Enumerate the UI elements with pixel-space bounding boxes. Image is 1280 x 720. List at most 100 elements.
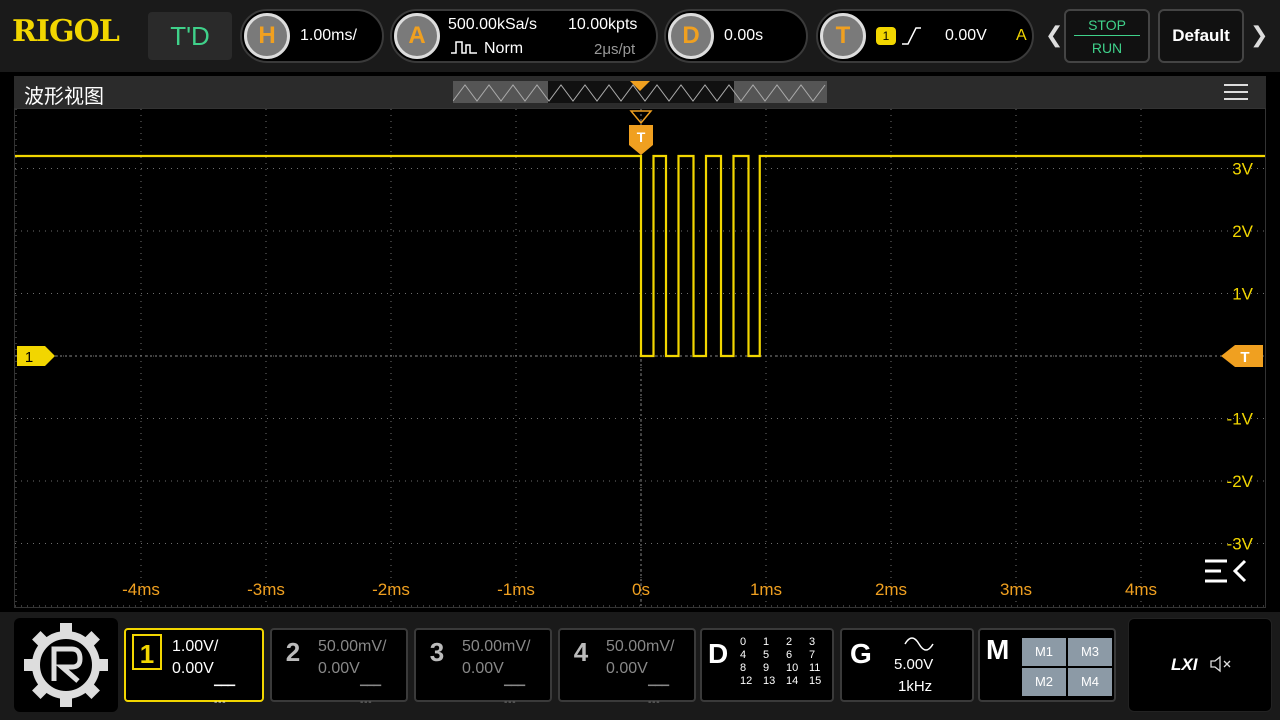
generator-key: G	[850, 638, 872, 669]
memory-depth: 10.00kpts	[568, 16, 638, 33]
acquire-pulse-icon	[451, 41, 477, 54]
digital-line-9: 9	[763, 662, 770, 674]
horizontal-scale-value: 1.00ms/	[300, 27, 357, 44]
dc-coupling-icon: ▔▔▔ - - -	[504, 686, 525, 708]
x-tick-label: 1ms	[750, 580, 782, 599]
channel-1-marker-label: 1	[25, 349, 33, 366]
timebase-mode-button[interactable]: T'D	[148, 12, 232, 60]
chevron-left-icon[interactable]: ❮	[1045, 22, 1063, 48]
digital-line-14: 14	[786, 675, 799, 687]
channel-1-scale: 1.00V/	[172, 638, 219, 655]
acquire-mode: Norm	[484, 40, 524, 57]
run-stop-button[interactable]: STOP RUN	[1064, 9, 1150, 63]
trigger-sweep-mode: A	[1016, 27, 1027, 44]
channel-2-box[interactable]: 2 50.00mV/ 0.00V ▔▔▔ - - -	[270, 628, 408, 708]
y-tick-label: 2V	[1232, 222, 1253, 241]
channel-4-scale: 50.00mV/	[606, 638, 675, 655]
channel-1-ground-marker	[17, 346, 55, 366]
digital-line-5: 5	[763, 649, 770, 661]
generator-box[interactable]: G 5.00V 1kHz	[840, 628, 974, 702]
channel-2-offset: 0.00V	[318, 660, 360, 677]
menu-icon[interactable]	[1224, 84, 1248, 100]
trigger-key[interactable]: T	[820, 13, 866, 59]
collapse-menu-icon[interactable]	[1205, 559, 1247, 583]
y-tick-label: -2V	[1227, 472, 1254, 491]
waveform-view-title: 波形视图	[24, 86, 104, 108]
sample-rate: 500.00kSa/s	[448, 16, 537, 33]
channel-3-box[interactable]: 3 50.00mV/ 0.00V ▔▔▔ - - -	[414, 628, 552, 708]
math-m4-button[interactable]: M4	[1068, 668, 1112, 696]
horizontal-key[interactable]: H	[244, 13, 290, 59]
channel-1-offset: 0.00V	[172, 660, 214, 677]
digital-line-2: 2	[786, 636, 793, 648]
waveform-grid[interactable]: 3V 2V 1V -1V -2V -3V -4ms -3ms -2ms -1ms 0s 1ms 2ms 3…	[14, 108, 1266, 608]
digital-line-11: 11	[809, 662, 821, 674]
channel-1-box[interactable]: 1 1.00V/ 0.00V ▔▔▔ - - -	[124, 628, 264, 708]
digital-line-1: 1	[763, 636, 770, 648]
channel-3-scale: 50.00mV/	[462, 638, 531, 655]
digital-channels-box[interactable]: D 0 1 2 3 4 5 6 7 8 9 10 11 12 13 14 15	[700, 628, 834, 702]
digital-line-8: 8	[740, 662, 747, 674]
dc-coupling-icon: ▔▔▔ - - -	[214, 686, 235, 708]
math-box[interactable]: M M1 M3 M2 M4	[978, 628, 1116, 702]
math-m3-button[interactable]: M3	[1068, 638, 1112, 666]
channel-1-number: 1	[132, 634, 162, 670]
digital-line-4: 4	[740, 649, 747, 661]
channel-4-offset: 0.00V	[606, 660, 648, 677]
lxi-logo: LXI	[1171, 655, 1198, 674]
digital-line-10: 10	[786, 662, 799, 674]
y-tick-label: 3V	[1232, 160, 1253, 179]
trigger-level-marker-label: T	[1240, 349, 1249, 366]
chevron-right-icon[interactable]: ❯	[1250, 22, 1268, 48]
channel-4-box[interactable]: 4 50.00mV/ 0.00V ▔▔▔ - - -	[558, 628, 696, 708]
lxi-status-panel[interactable]: LXI	[1128, 618, 1272, 712]
digital-key: D	[708, 638, 729, 669]
digital-line-6: 6	[786, 649, 793, 661]
math-m2-button[interactable]: M2	[1022, 668, 1066, 696]
rising-edge-icon	[902, 27, 921, 45]
x-tick-label: -4ms	[122, 580, 160, 599]
waveform-overview-bar[interactable]	[453, 81, 827, 103]
horizontal-scale-control[interactable]: H 1.00ms/	[240, 9, 384, 63]
x-tick-label: 3ms	[1000, 580, 1032, 599]
digital-line-13: 13	[763, 675, 776, 687]
overview-wave-icon	[453, 81, 826, 102]
channel-3-offset: 0.00V	[462, 660, 504, 677]
x-tick-label: 4ms	[1125, 580, 1157, 599]
digital-line-7: 7	[809, 649, 816, 661]
x-tick-label: 0s	[632, 580, 650, 599]
digital-line-12: 12	[740, 675, 753, 687]
math-key: M	[986, 634, 1010, 665]
speaker-muted-icon[interactable]	[1209, 655, 1235, 673]
channel-2-scale: 50.00mV/	[318, 638, 387, 655]
channel-4-number: 4	[573, 637, 589, 667]
dc-coupling-icon: ▔▔▔ - - -	[648, 686, 669, 708]
delay-control[interactable]: D 0.00s	[664, 9, 808, 63]
acquire-control[interactable]: A 500.00kSa/s Norm 10.00kpts 2μs/pt	[390, 9, 658, 63]
channel-2-number: 2	[285, 637, 301, 667]
rigol-gear-logo-icon[interactable]	[14, 618, 118, 712]
brand-logo: RIGOL	[12, 14, 120, 49]
trigger-level: 0.00V	[945, 27, 987, 44]
math-m1-button[interactable]: M1	[1022, 638, 1066, 666]
x-tick-label: 2ms	[875, 580, 907, 599]
y-tick-label: -3V	[1227, 535, 1254, 554]
default-button[interactable]: Default	[1158, 9, 1244, 63]
run-label: RUN	[1091, 40, 1123, 56]
digital-line-grid: 0 1 2 3 4 5 6 7 8 9 10 11 12 13 14 15	[740, 636, 832, 687]
acquire-key[interactable]: A	[394, 13, 440, 59]
stop-label: STOP	[1074, 17, 1140, 36]
x-tick-label: -1ms	[497, 580, 535, 599]
time-per-point: 2μs/pt	[594, 41, 636, 58]
digital-line-15: 15	[809, 675, 822, 687]
x-tick-label: -2ms	[372, 580, 410, 599]
trigger-source-badge: 1	[876, 27, 896, 45]
channel-3-number: 3	[429, 637, 445, 667]
digital-line-0: 0	[740, 636, 747, 648]
trigger-control[interactable]: T 1 0.00V A	[816, 9, 1034, 63]
generator-amplitude: 5.00V	[894, 656, 934, 673]
delay-value: 0.00s	[724, 27, 764, 44]
channel-1-trace	[15, 154, 1265, 358]
delay-key[interactable]: D	[668, 13, 714, 59]
waveform-canvas: 3V 2V 1V -1V -2V -3V -4ms -3ms -2ms -1ms 0s 1ms 2ms 3…	[15, 109, 1265, 607]
